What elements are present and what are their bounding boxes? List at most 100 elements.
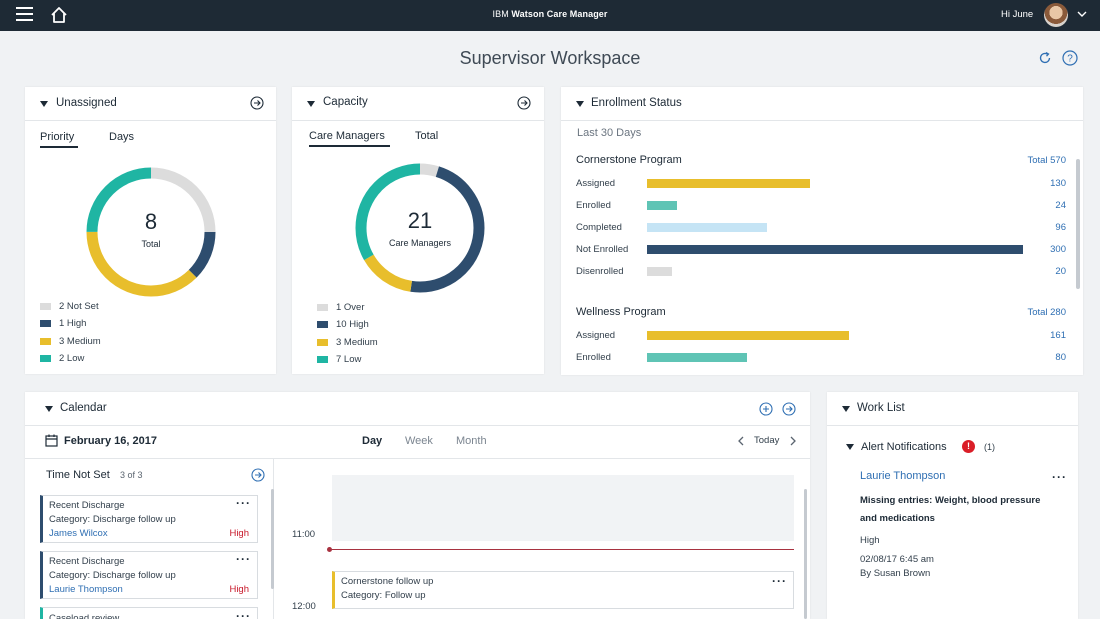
circle-arrow-right-icon[interactable] — [250, 96, 264, 110]
bar[interactable] — [647, 201, 677, 210]
more-options-icon[interactable]: ··· — [236, 610, 251, 619]
circle-plus-icon[interactable] — [759, 402, 773, 416]
tab-total[interactable]: Total — [415, 130, 438, 142]
bar-value-link[interactable]: 80 — [1020, 352, 1066, 363]
circle-arrow-right-icon[interactable] — [517, 96, 531, 110]
unassigned-title: Unassigned — [56, 97, 117, 109]
total-count: 21 — [407, 208, 433, 233]
worklist-header[interactable]: Work List — [827, 392, 1078, 426]
task-card[interactable]: Caseload review ··· — [40, 607, 258, 619]
more-options-icon[interactable]: ··· — [772, 575, 787, 587]
view-week[interactable]: Week — [405, 435, 433, 447]
legend-label: 2 Not Set — [59, 301, 99, 312]
task-card[interactable]: Recent Discharge Category: Discharge fol… — [40, 495, 258, 543]
more-options-icon[interactable]: ··· — [1052, 471, 1067, 483]
bar-value-link[interactable]: 20 — [1020, 266, 1066, 277]
bar[interactable] — [647, 223, 767, 232]
refresh-icon[interactable] — [1037, 50, 1053, 66]
alert-datetime: 02/08/17 6:45 am — [860, 554, 934, 565]
patient-link[interactable]: Laurie Thompson — [860, 470, 945, 482]
help-icon[interactable]: ? — [1062, 50, 1078, 66]
view-month[interactable]: Month — [456, 435, 487, 447]
alert-icon: ! — [962, 440, 975, 453]
collapse-icon[interactable] — [307, 101, 315, 107]
circle-arrow-right-icon[interactable] — [251, 468, 265, 482]
unassigned-card: Unassigned Priority Days 8 Total 2 Not S… — [25, 87, 276, 374]
total-count: 8 — [144, 209, 158, 234]
bar[interactable] — [647, 353, 747, 362]
more-options-icon[interactable]: ··· — [236, 553, 251, 565]
legend-label: 3 Medium — [59, 336, 101, 347]
collapse-icon[interactable] — [846, 444, 854, 450]
scrollbar[interactable] — [271, 489, 274, 589]
chevron-left-icon[interactable] — [737, 436, 745, 446]
program-total-link[interactable]: Total 280 — [990, 307, 1066, 318]
bar-value-link[interactable]: 161 — [1020, 330, 1066, 341]
more-options-icon[interactable]: ··· — [236, 497, 251, 509]
bar-label: Completed — [576, 374, 622, 375]
collapse-icon[interactable] — [842, 406, 850, 412]
task-category: Category: Discharge follow up — [49, 570, 176, 581]
legend-label: 10 High — [336, 319, 369, 330]
calendar-header[interactable]: Calendar — [25, 392, 810, 426]
svg-text:?: ? — [1067, 54, 1073, 65]
bar-label: Completed — [576, 222, 622, 233]
event-card[interactable]: Cornerstone follow up Category: Follow u… — [332, 571, 794, 609]
task-person-link[interactable]: James Wilcox — [49, 528, 108, 539]
program-total-link[interactable]: Total 570 — [990, 155, 1066, 166]
alert-message: Missing entries: Weight, blood pressure … — [860, 495, 1041, 524]
donut-center: 8 Total — [111, 209, 191, 249]
chevron-down-icon[interactable] — [1077, 10, 1087, 18]
time-not-set-title: Time Not Set — [46, 469, 110, 481]
task-card[interactable]: Recent Discharge Category: Discharge fol… — [40, 551, 258, 599]
legend-label: 2 Low — [59, 353, 85, 364]
avatar[interactable] — [1044, 3, 1068, 27]
collapse-icon[interactable] — [40, 101, 48, 107]
scrollbar[interactable] — [804, 489, 807, 619]
worklist-title: Work List — [857, 402, 905, 414]
bar-value-link[interactable]: 130 — [1020, 178, 1066, 189]
app-title: IBM Watson Care Manager — [0, 9, 1100, 19]
alert-priority: High — [860, 535, 880, 546]
time-grid-shade — [332, 475, 794, 541]
enrollment-header[interactable]: Enrollment Status — [561, 87, 1083, 121]
bar[interactable] — [647, 179, 810, 188]
calendar-date: February 16, 2017 — [64, 435, 157, 447]
bar-value-link[interactable]: 96 — [1020, 374, 1066, 375]
alert-count: (1) — [984, 442, 995, 452]
current-time-line — [329, 549, 794, 550]
event-category: Category: Follow up — [341, 590, 426, 601]
bar-label: Not Enrolled — [576, 244, 629, 255]
time-label: 12:00 — [292, 601, 316, 612]
alert-notifications-title[interactable]: Alert Notifications — [861, 441, 947, 453]
task-category: Category: Discharge follow up — [49, 514, 176, 525]
bar-value-link[interactable]: 96 — [1020, 222, 1066, 233]
capacity-header[interactable]: Capacity — [292, 87, 544, 121]
active-tab-indicator — [40, 146, 78, 148]
tab-priority[interactable]: Priority — [40, 131, 74, 143]
tab-days[interactable]: Days — [109, 131, 134, 143]
bar-value-link[interactable]: 24 — [1020, 200, 1066, 211]
tab-care-managers[interactable]: Care Managers — [309, 130, 385, 142]
circle-arrow-right-icon[interactable] — [782, 402, 796, 416]
bar[interactable] — [647, 331, 849, 340]
divider — [25, 458, 810, 459]
task-type: Caseload review — [49, 613, 120, 619]
event-title: Cornerstone follow up — [341, 576, 434, 587]
bar[interactable] — [647, 267, 672, 276]
collapse-icon[interactable] — [576, 101, 584, 107]
legend-swatch — [317, 321, 328, 328]
bar-label: Enrolled — [576, 200, 611, 211]
scrollbar[interactable] — [1076, 159, 1080, 289]
collapse-icon[interactable] — [45, 406, 53, 412]
user-greeting[interactable]: Hi June — [1001, 9, 1033, 20]
legend-label: 3 Medium — [336, 337, 378, 348]
unassigned-header[interactable]: Unassigned — [25, 87, 276, 121]
chevron-right-icon[interactable] — [789, 436, 797, 446]
view-day[interactable]: Day — [362, 435, 382, 447]
task-person-link[interactable]: Laurie Thompson — [49, 584, 123, 595]
task-type: Recent Discharge — [49, 556, 125, 567]
today-button[interactable]: Today — [754, 435, 779, 446]
bar[interactable] — [647, 245, 1023, 254]
bar-value-link[interactable]: 300 — [1020, 244, 1066, 255]
